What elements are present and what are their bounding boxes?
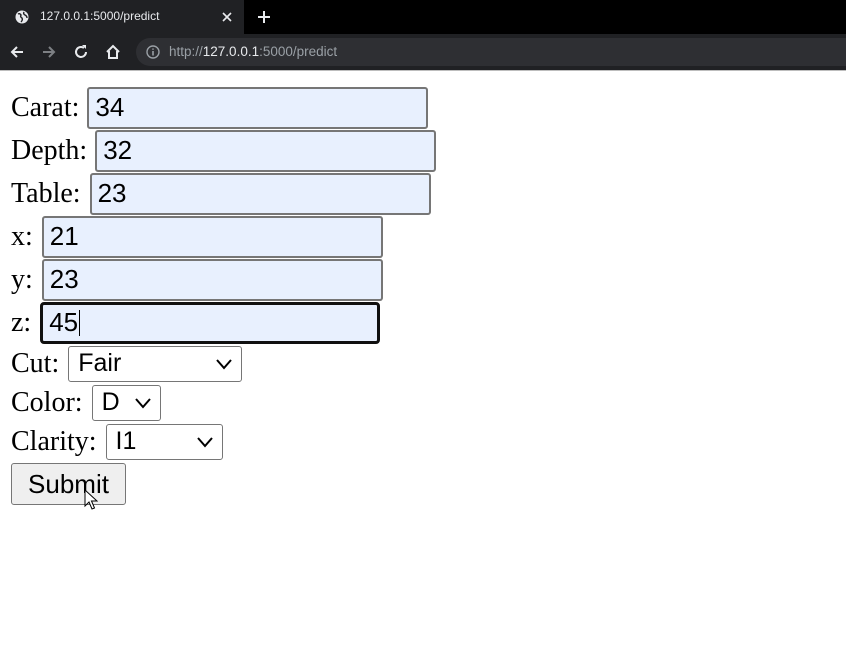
clarity-selected-value: I1 <box>115 427 137 455</box>
x-input[interactable]: 21 <box>41 215 383 258</box>
tab-strip: 127.0.0.1:5000/predict <box>0 0 846 34</box>
url-scheme: http:// <box>169 44 203 59</box>
z-input[interactable]: 45 <box>40 301 381 344</box>
text-caret <box>79 309 81 336</box>
address-bar[interactable]: http://127.0.0.1:5000/predict <box>136 38 846 66</box>
y-label: y: <box>11 263 33 295</box>
color-selected-value: D <box>101 388 120 416</box>
table-row: Table: 23 <box>11 172 436 215</box>
chevron-down-icon <box>134 397 151 409</box>
globe-icon <box>15 10 29 24</box>
table-label: Table: <box>11 177 81 209</box>
x-row: x: 21 <box>11 215 436 258</box>
carat-input[interactable]: 34 <box>87 86 429 129</box>
color-select[interactable]: D <box>91 384 161 421</box>
reload-icon[interactable] <box>72 43 90 61</box>
color-label: Color: <box>11 386 83 418</box>
mouse-pointer-icon <box>84 489 98 510</box>
close-tab-icon[interactable] <box>220 10 234 24</box>
depth-label: Depth: <box>11 134 88 166</box>
clarity-row: Clarity: I1 <box>11 422 436 461</box>
cut-selected-value: Fair <box>78 349 122 377</box>
url-host: 127.0.0.1 <box>202 44 260 59</box>
y-row: y: 23 <box>11 258 436 301</box>
z-label: z: <box>11 306 32 338</box>
browser-tab[interactable]: 127.0.0.1:5000/predict <box>0 0 244 34</box>
predict-form: Carat: 34 Depth: 32 Table: 23 x: 21 y: 2… <box>11 86 437 505</box>
depth-row: Depth: 32 <box>11 129 437 172</box>
y-input[interactable]: 23 <box>41 258 383 301</box>
color-row: Color: D <box>11 383 436 422</box>
depth-input[interactable]: 32 <box>95 129 437 172</box>
site-info-icon[interactable] <box>146 45 160 59</box>
content-divider <box>0 70 846 71</box>
cut-select[interactable]: Fair <box>68 345 243 382</box>
carat-label: Carat: <box>11 91 80 123</box>
chevron-down-icon <box>216 358 232 370</box>
x-label: x: <box>11 220 33 252</box>
cut-label: Cut: <box>11 347 60 379</box>
browser-toolbar: http://127.0.0.1:5000/predict <box>0 34 846 70</box>
clarity-select[interactable]: I1 <box>105 423 223 460</box>
submit-button[interactable]: Submit <box>11 463 126 505</box>
clarity-label: Clarity: <box>11 425 97 457</box>
z-input-value: 45 <box>49 307 79 337</box>
carat-row: Carat: 34 <box>11 86 436 129</box>
cut-row: Cut: Fair <box>11 344 436 383</box>
url-path: :5000/predict <box>259 44 338 59</box>
new-tab-icon[interactable] <box>256 9 272 25</box>
tab-title: 127.0.0.1:5000/predict <box>40 9 160 23</box>
url-text: http://127.0.0.1:5000/predict <box>169 44 337 59</box>
table-input[interactable]: 23 <box>89 172 431 215</box>
chevron-down-icon <box>196 436 213 448</box>
home-icon[interactable] <box>104 43 122 61</box>
forward-arrow-icon[interactable] <box>40 43 58 61</box>
back-arrow-icon[interactable] <box>8 43 26 61</box>
z-row: z: 45 <box>11 301 436 344</box>
